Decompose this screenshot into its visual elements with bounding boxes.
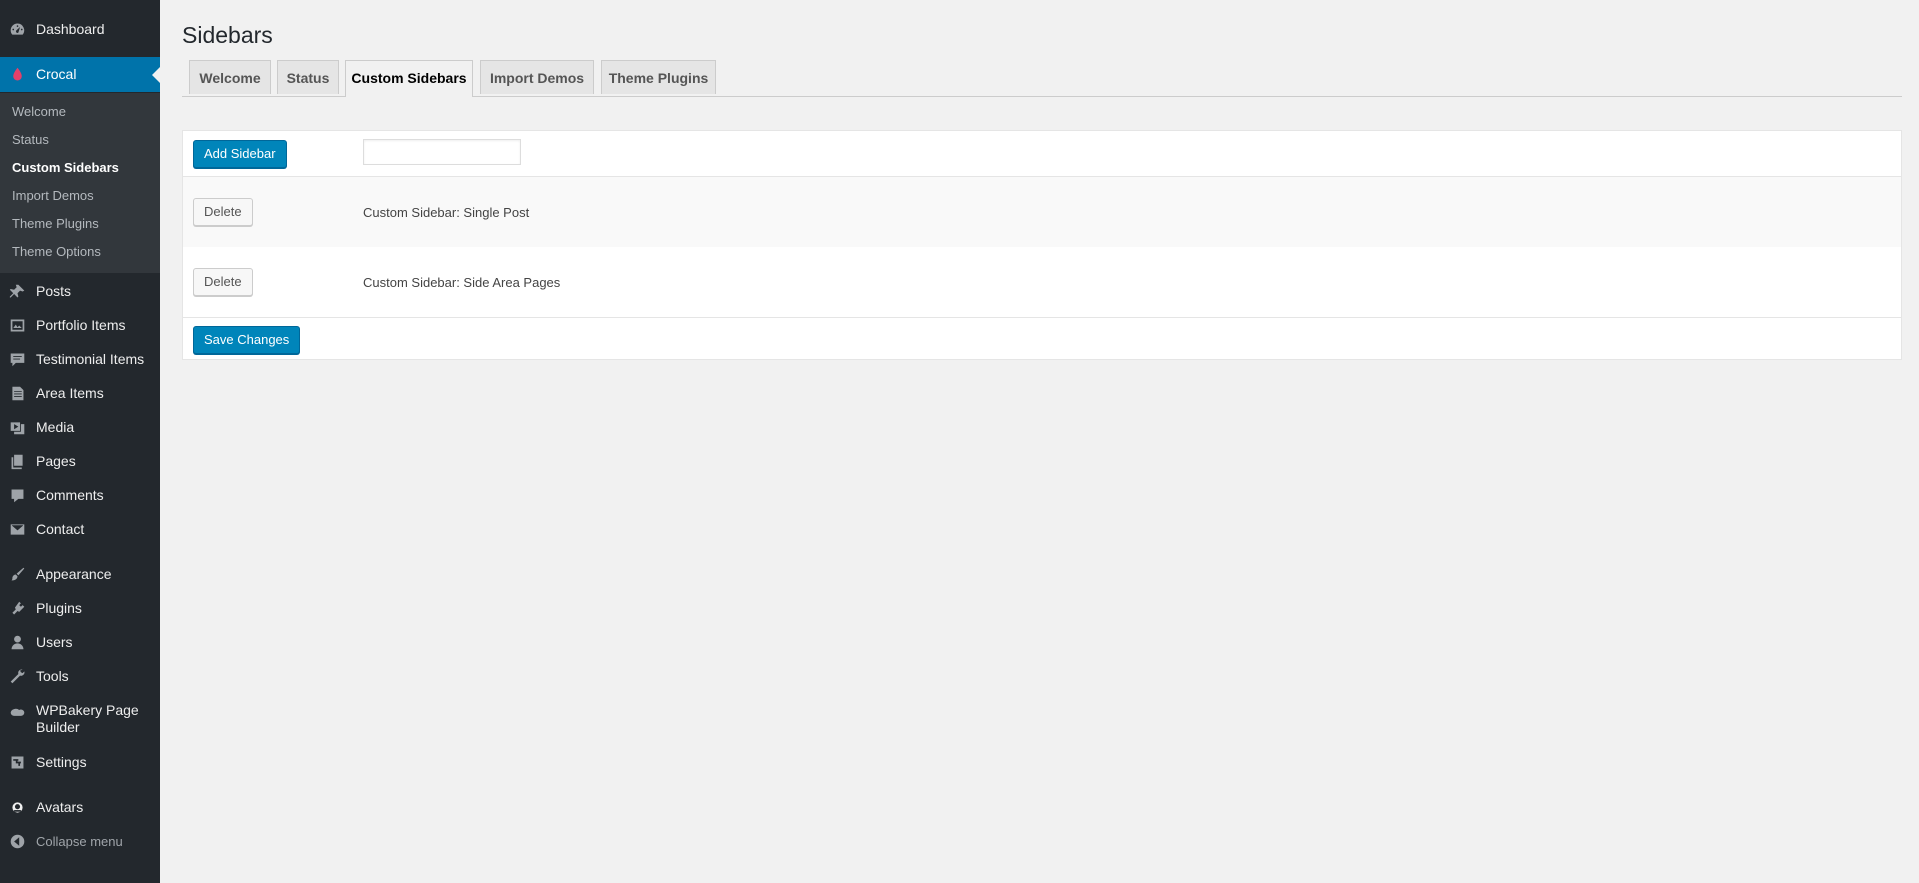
menu-label-contact: Contact <box>36 520 85 537</box>
media-icon <box>8 418 26 436</box>
tab-custom-sidebars[interactable]: Custom Sidebars <box>345 60 473 97</box>
comment-icon <box>8 486 26 504</box>
tab-bar: Welcome Status Custom Sidebars Import De… <box>182 60 1902 97</box>
menu-label-media: Media <box>36 418 75 435</box>
envelope-icon <box>8 520 26 538</box>
collapse-icon <box>8 832 26 850</box>
menu-label-appearance: Appearance <box>36 565 112 582</box>
menu-label-comments: Comments <box>36 486 104 503</box>
settings-icon <box>8 753 26 771</box>
menu-label-collapse: Collapse menu <box>36 833 123 849</box>
menu-label-dashboard: Dashboard <box>36 20 105 37</box>
wrench-icon <box>8 667 26 685</box>
sidebar-name: Custom Sidebar: Single Post <box>363 205 530 220</box>
menu-label-crocal: Crocal <box>36 66 77 82</box>
menu-label-users: Users <box>36 633 73 650</box>
menu-item-avatars[interactable]: Avatars <box>0 790 160 824</box>
tab-status[interactable]: Status <box>277 60 339 94</box>
menu-item-appearance[interactable]: Appearance <box>0 557 160 591</box>
page-title: Sidebars <box>182 22 273 48</box>
menu-item-plugins[interactable]: Plugins <box>0 591 160 625</box>
tab-welcome[interactable]: Welcome <box>189 60 271 94</box>
tab-theme-plugins[interactable]: Theme Plugins <box>601 60 716 94</box>
menu-item-tools[interactable]: Tools <box>0 659 160 693</box>
tab-import-demos[interactable]: Import Demos <box>480 60 594 94</box>
menu-label-wpbakery: WPBakery Page Builder <box>36 702 139 735</box>
page-icon <box>8 384 26 402</box>
menu-item-comments[interactable]: Comments <box>0 478 160 512</box>
save-row: Save Changes <box>183 317 1901 361</box>
add-sidebar-button[interactable]: Add Sidebar <box>193 140 287 168</box>
sidebars-panel: Add Sidebar Delete Custom Sidebar: Singl… <box>182 130 1902 360</box>
menu-item-posts[interactable]: Posts <box>0 274 160 308</box>
menu-item-wpbakery[interactable]: WPBakery Page Builder <box>0 697 160 741</box>
sidebar-row: Delete Custom Sidebar: Side Area Pages <box>183 247 1901 317</box>
sidebar-name-input[interactable] <box>363 139 521 165</box>
delete-sidebar-button[interactable]: Delete <box>193 268 253 296</box>
menu-item-users[interactable]: Users <box>0 625 160 659</box>
menu-item-portfolio-items[interactable]: Portfolio Items <box>0 308 160 342</box>
menu-label-area-items: Area Items <box>36 384 104 401</box>
sidebar-name: Custom Sidebar: Side Area Pages <box>363 275 561 290</box>
pages-icon <box>8 452 26 470</box>
plugin-icon <box>8 599 26 617</box>
menu-item-area-items[interactable]: Area Items <box>0 376 160 410</box>
submenu-item-status[interactable]: Status <box>12 132 49 148</box>
menu-item-media[interactable]: Media <box>0 410 160 444</box>
testimonial-icon <box>8 350 26 368</box>
menu-label-tools: Tools <box>36 667 69 684</box>
menu-item-contact[interactable]: Contact <box>0 512 160 546</box>
crocal-submenu: Welcome Status Custom Sidebars Import De… <box>0 93 160 273</box>
menu-item-settings[interactable]: Settings <box>0 745 160 779</box>
submenu-item-theme-plugins[interactable]: Theme Plugins <box>12 216 99 232</box>
menu-item-dashboard[interactable]: Dashboard <box>0 12 160 46</box>
menu-label-testimonial-items: Testimonial Items <box>36 350 145 367</box>
add-sidebar-row: Add Sidebar <box>183 131 1901 177</box>
delete-sidebar-button[interactable]: Delete <box>193 198 253 226</box>
wpbakery-icon <box>8 703 26 721</box>
submenu-item-custom-sidebars[interactable]: Custom Sidebars <box>12 160 119 176</box>
crocal-icon <box>8 66 26 84</box>
portfolio-icon <box>8 316 26 334</box>
submenu-item-import-demos[interactable]: Import Demos <box>12 188 94 204</box>
submenu-item-welcome[interactable]: Welcome <box>12 104 66 120</box>
menu-item-testimonial-items[interactable]: Testimonial Items <box>0 342 160 376</box>
save-changes-button[interactable]: Save Changes <box>193 326 301 354</box>
menu-label-settings: Settings <box>36 753 87 770</box>
menu-label-plugins: Plugins <box>36 599 82 616</box>
menu-item-pages[interactable]: Pages <box>0 444 160 478</box>
dashboard-icon <box>8 20 26 38</box>
sidebar-row: Delete Custom Sidebar: Single Post <box>183 177 1901 247</box>
menu-label-avatars: Avatars <box>36 798 84 815</box>
brush-icon <box>8 565 26 583</box>
pushpin-icon <box>8 282 26 300</box>
user-icon <box>8 633 26 651</box>
submenu-item-theme-options[interactable]: Theme Options <box>12 244 101 260</box>
collapse-menu-button[interactable]: Collapse menu <box>0 824 160 858</box>
menu-label-pages: Pages <box>36 452 76 469</box>
avatar-icon <box>8 798 26 816</box>
menu-label-posts: Posts <box>36 282 72 299</box>
menu-item-crocal[interactable]: Crocal <box>0 57 160 92</box>
menu-label-portfolio-items: Portfolio Items <box>36 316 126 333</box>
admin-menu: Dashboard Crocal Welcome Status Custom S… <box>0 0 160 883</box>
